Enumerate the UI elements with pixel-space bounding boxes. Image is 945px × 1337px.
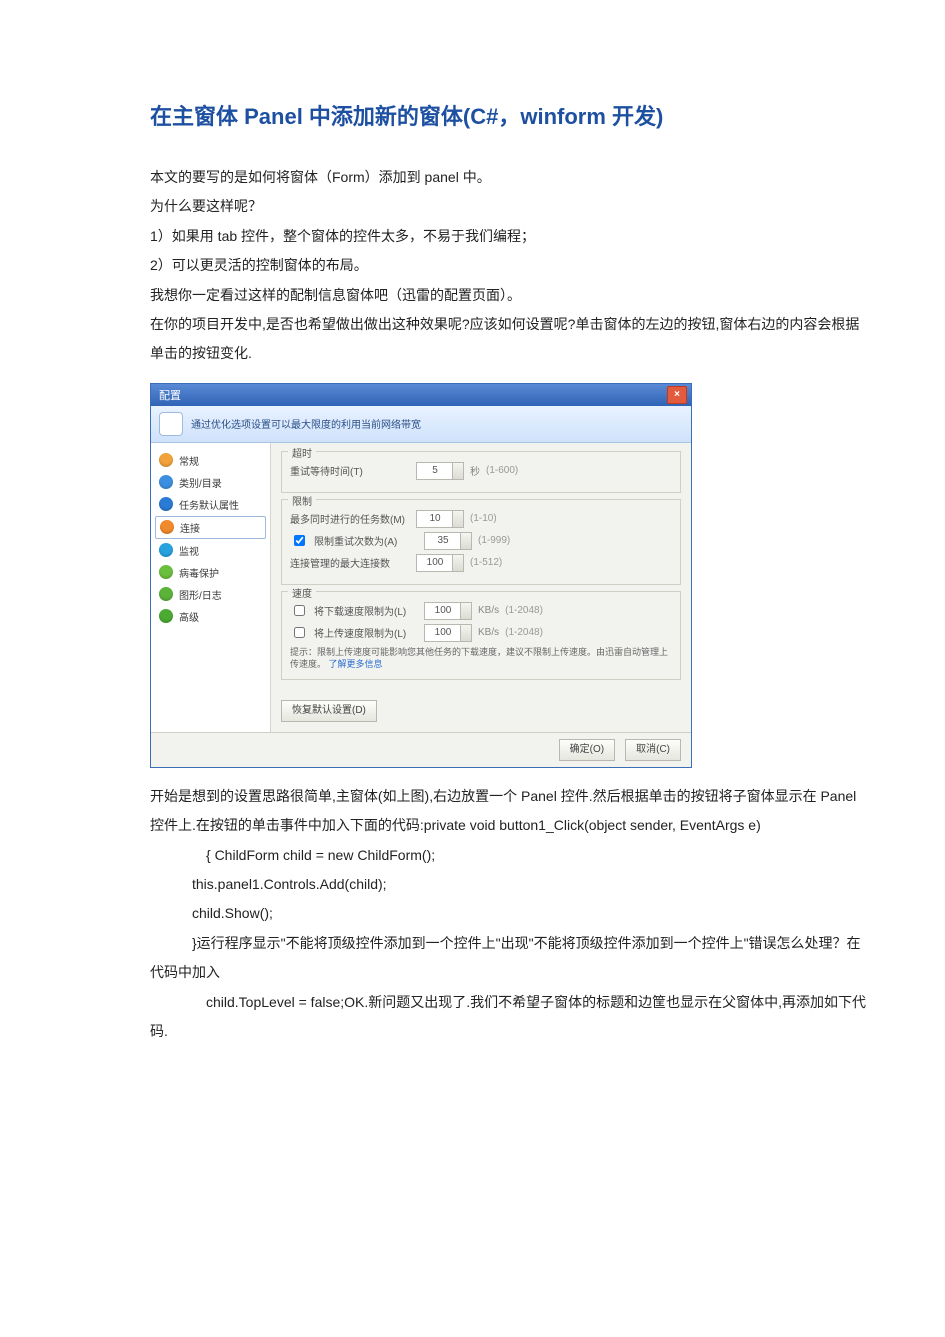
group-limit: 限制 最多同时进行的任务数(M) 10 (1-10) 限制重试次数为(A) 35… xyxy=(281,499,681,585)
sidebar-item-label: 高级 xyxy=(179,609,199,624)
intro-line: 1）如果用 tab 控件，整个窗体的控件太多，不易于我们编程； xyxy=(150,222,870,251)
window-titlebar: 配置 × xyxy=(151,384,691,406)
field-label: 将上传速度限制为(L) xyxy=(314,625,418,640)
sidebar-item-graphic[interactable]: 图形/日志 xyxy=(155,584,266,605)
sidebar-item-connection[interactable]: 连接 xyxy=(155,516,266,539)
speed-hint: 提示：限制上传速度可能影响您其他任务的下载速度，建议不限制上传速度。由迅雷自动管… xyxy=(290,646,672,671)
unit-label: 秒 xyxy=(470,463,480,478)
thunder-icon xyxy=(159,412,183,436)
dot-icon xyxy=(159,543,173,557)
dot-icon xyxy=(159,497,173,511)
row-max-conn: 连接管理的最大连接数 100 (1-512) xyxy=(290,554,672,572)
sidebar-item-label: 图形/日志 xyxy=(179,587,222,602)
row-retry-limit: 限制重试次数为(A) 35 (1-999) xyxy=(290,532,672,550)
intro-line: 为什么要这样呢？ xyxy=(150,192,870,221)
sidebar-item-task[interactable]: 任务默认属性 xyxy=(155,494,266,515)
sidebar-item-label: 类别/目录 xyxy=(179,475,222,490)
max-conn-input[interactable]: 100 xyxy=(416,554,464,572)
after-line: }运行程序显示"不能将顶级控件添加到一个控件上"出现"不能将顶级控件添加到一个控… xyxy=(150,929,870,988)
intro-line: 本文的要写的是如何将窗体（Form）添加到 panel 中。 xyxy=(150,163,870,192)
group-timeout: 超时 重试等待时间(T) 5 秒 (1-600) xyxy=(281,451,681,493)
ul-speed-checkbox[interactable] xyxy=(294,627,305,638)
range-label: (1-600) xyxy=(486,465,518,476)
config-content: 超时 重试等待时间(T) 5 秒 (1-600) 限制 最多同时进行的任务数(M… xyxy=(271,443,691,732)
sidebar-item-label: 常规 xyxy=(179,453,199,468)
unit-label: KB/s xyxy=(478,605,499,616)
config-sidebar: 常规 类别/目录 任务默认属性 连接 监视 病毒保护 图形/日志 高级 xyxy=(151,443,271,732)
learn-more-link[interactable]: 了解更多信息 xyxy=(329,659,383,669)
field-label: 连接管理的最大连接数 xyxy=(290,555,410,570)
range-label: (1-512) xyxy=(470,557,502,568)
dot-icon xyxy=(159,587,173,601)
code-line: { ChildForm child = new ChildForm(); xyxy=(150,841,870,870)
row-max-tasks: 最多同时进行的任务数(M) 10 (1-10) xyxy=(290,510,672,528)
sidebar-item-label: 病毒保护 xyxy=(179,565,219,580)
field-label: 将下载速度限制为(L) xyxy=(314,603,418,618)
restore-default-button[interactable]: 恢复默认设置(D) xyxy=(281,700,377,722)
retry-limit-checkbox[interactable] xyxy=(294,535,305,546)
after-block: 开始是想到的设置思路很简单,主窗体(如上图),右边放置一个 Panel 控件.然… xyxy=(150,782,870,1047)
page-title: 在主窗体 Panel 中添加新的窗体(C#，winform 开发) xyxy=(150,100,870,133)
window-title-text: 配置 xyxy=(155,387,667,403)
sidebar-item-monitor[interactable]: 监视 xyxy=(155,540,266,561)
intro-line: 在你的项目开发中,是否也希望做出做出这种效果呢?应该如何设置呢?单击窗体的左边的… xyxy=(150,310,870,369)
retry-wait-input[interactable]: 5 xyxy=(416,462,464,480)
row-dl-speed: 将下载速度限制为(L) 100 KB/s (1-2048) xyxy=(290,602,672,620)
sidebar-item-general[interactable]: 常规 xyxy=(155,450,266,471)
range-label: (1-999) xyxy=(478,535,510,546)
intro-line: 2）可以更灵活的控制窗体的布局。 xyxy=(150,251,870,280)
range-label: (1-2048) xyxy=(505,627,543,638)
window-banner: 通过优化选项设置可以最大限度的利用当前网络带宽 xyxy=(151,406,691,443)
sidebar-item-advanced[interactable]: 高级 xyxy=(155,606,266,627)
close-icon[interactable]: × xyxy=(667,386,687,404)
group-speed: 速度 将下载速度限制为(L) 100 KB/s (1-2048) 将上传速度限制… xyxy=(281,591,681,680)
group-title: 限制 xyxy=(288,493,316,508)
group-title: 超时 xyxy=(288,445,316,460)
range-label: (1-2048) xyxy=(505,605,543,616)
restore-row: 恢复默认设置(D) xyxy=(281,700,681,722)
max-tasks-input[interactable]: 10 xyxy=(416,510,464,528)
cancel-button[interactable]: 取消(C) xyxy=(625,739,681,761)
dot-icon xyxy=(160,520,174,534)
retry-limit-input[interactable]: 35 xyxy=(424,532,472,550)
field-label: 最多同时进行的任务数(M) xyxy=(290,511,410,526)
unit-label: KB/s xyxy=(478,627,499,638)
ok-button[interactable]: 确定(O) xyxy=(559,739,615,761)
sidebar-item-virus[interactable]: 病毒保护 xyxy=(155,562,266,583)
intro-line: 我想你一定看过这样的配制信息窗体吧（迅雷的配置页面）。 xyxy=(150,281,870,310)
window-footer: 确定(O) 取消(C) xyxy=(151,732,691,767)
banner-text: 通过优化选项设置可以最大限度的利用当前网络带宽 xyxy=(191,416,421,431)
sidebar-item-category[interactable]: 类别/目录 xyxy=(155,472,266,493)
dot-icon xyxy=(159,475,173,489)
row-ul-speed: 将上传速度限制为(L) 100 KB/s (1-2048) xyxy=(290,624,672,642)
range-label: (1-10) xyxy=(470,513,497,524)
row-retry-wait: 重试等待时间(T) 5 秒 (1-600) xyxy=(290,462,672,480)
dot-icon xyxy=(159,565,173,579)
field-label: 限制重试次数为(A) xyxy=(314,533,418,548)
sidebar-item-label: 监视 xyxy=(179,543,199,558)
code-line: child.Show(); xyxy=(150,899,870,928)
config-window: 配置 × 通过优化选项设置可以最大限度的利用当前网络带宽 常规 类别/目录 任务… xyxy=(150,383,692,768)
dl-speed-input[interactable]: 100 xyxy=(424,602,472,620)
field-label: 重试等待时间(T) xyxy=(290,463,410,478)
intro-block: 本文的要写的是如何将窗体（Form）添加到 panel 中。 为什么要这样呢？ … xyxy=(150,163,870,369)
group-title: 速度 xyxy=(288,585,316,600)
dot-icon xyxy=(159,609,173,623)
after-line: child.TopLevel = false;OK.新问题又出现了.我们不希望子… xyxy=(150,988,870,1047)
dl-speed-checkbox[interactable] xyxy=(294,605,305,616)
code-line: this.panel1.Controls.Add(child); xyxy=(150,870,870,899)
ul-speed-input[interactable]: 100 xyxy=(424,624,472,642)
after-line: 开始是想到的设置思路很简单,主窗体(如上图),右边放置一个 Panel 控件.然… xyxy=(150,782,870,841)
sidebar-item-label: 连接 xyxy=(180,520,200,535)
dot-icon xyxy=(159,453,173,467)
sidebar-item-label: 任务默认属性 xyxy=(179,497,239,512)
